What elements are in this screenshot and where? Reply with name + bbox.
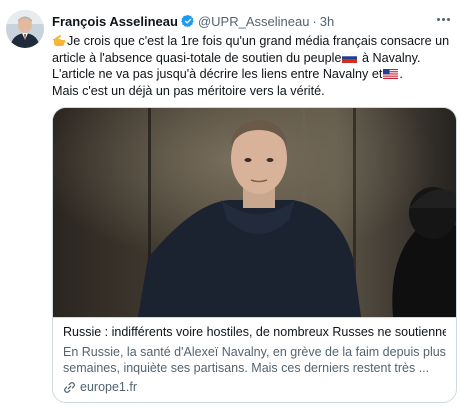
card-image[interactable]: [53, 108, 456, 317]
link-icon: [63, 381, 76, 394]
tweet[interactable]: François Asselineau @UPR_Asselineau · 3h…: [0, 0, 461, 415]
author-handle[interactable]: @UPR_Asselineau: [198, 14, 309, 29]
tweet-text-part: L'article ne va pas jusqu'à décrire les …: [52, 67, 383, 81]
tweet-text-part: à Navalny.: [358, 50, 421, 65]
tweet-text-part: Je crois que c'est la 1re fois qu'un gra…: [67, 34, 450, 48]
card-domain[interactable]: europe1.fr: [63, 379, 446, 395]
tweet-text-line: L'article ne va pas jusqu'à décrire les …: [52, 66, 450, 83]
tweet-text-line: Je crois que c'est la 1re fois qu'un gra…: [52, 33, 450, 50]
link-preview-card[interactable]: Russie : indifférents voire hostiles, de…: [52, 107, 457, 403]
card-domain-text[interactable]: europe1.fr: [80, 379, 137, 395]
author-avatar[interactable]: [6, 10, 44, 48]
pointing-hand-icon: [52, 34, 66, 47]
more-options-icon[interactable]: [434, 12, 452, 26]
card-description: En Russie, la santé d'Alexeï Navalny, en…: [63, 344, 446, 376]
tweet-text-line: article à l'absence quasi-totale de sout…: [52, 50, 450, 67]
verified-badge-icon: [181, 14, 195, 28]
tweet-text-part: .: [399, 67, 403, 81]
card-title[interactable]: Russie : indifférents voire hostiles, de…: [63, 324, 446, 340]
header-separator: ·: [312, 13, 317, 29]
author-name[interactable]: François Asselineau: [52, 14, 178, 29]
tweet-timestamp[interactable]: 3h: [320, 14, 334, 29]
tweet-header: François Asselineau @UPR_Asselineau · 3h: [52, 12, 432, 30]
card-description-line: semaines, inquiète ses partisans. Mais c…: [63, 361, 430, 375]
tweet-text-line: Mais c'est un déjà un pas méritoire vers…: [52, 83, 325, 98]
tweet-text: Je crois que c'est la 1re fois qu'un gra…: [52, 33, 450, 99]
usa-flag-icon: [383, 69, 399, 79]
card-body[interactable]: Russie : indifférents voire hostiles, de…: [53, 317, 456, 402]
tweet-text-part: article à l'absence quasi-totale de sout…: [52, 50, 342, 65]
russia-flag-icon: [342, 52, 358, 63]
card-description-line: En Russie, la santé d'Alexeï Navalny, en…: [63, 345, 446, 359]
